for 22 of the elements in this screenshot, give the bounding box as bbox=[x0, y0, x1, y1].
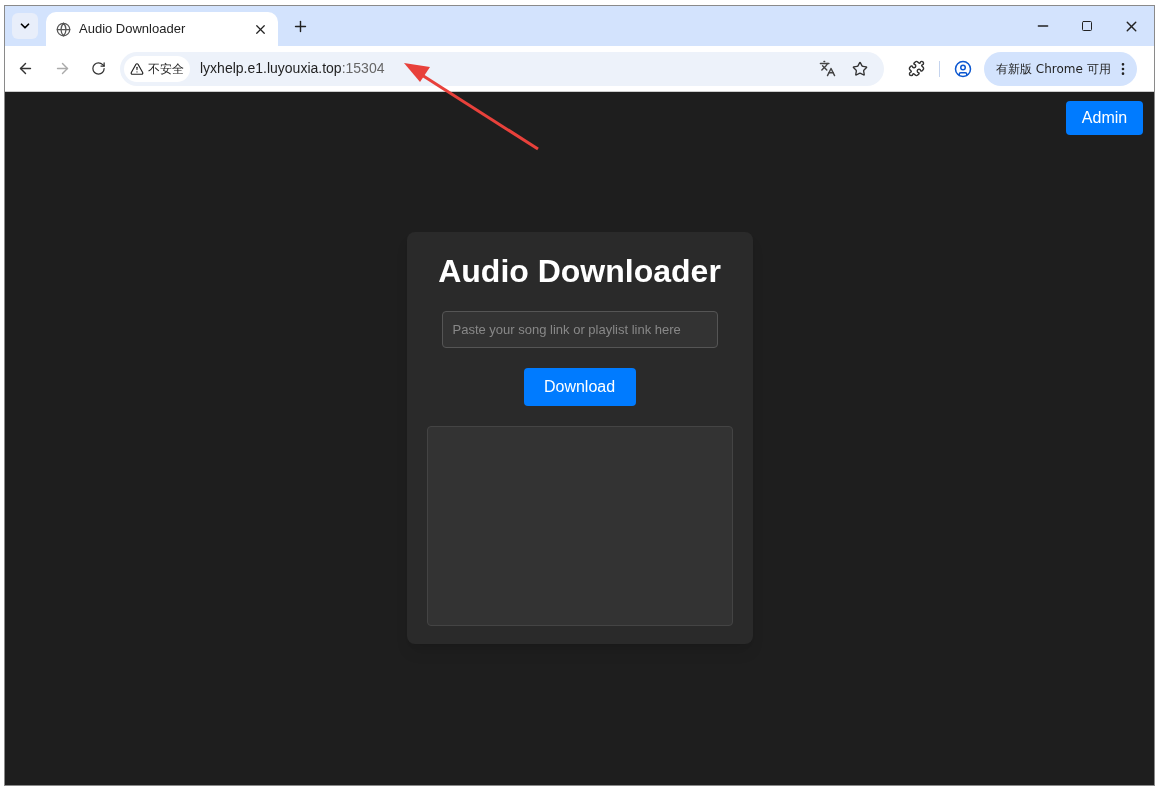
update-chrome-button[interactable]: 有新版 Chrome 可用 bbox=[984, 51, 1137, 86]
globe-icon bbox=[56, 21, 71, 37]
warning-icon bbox=[130, 61, 144, 76]
url-port: :15304 bbox=[341, 59, 385, 78]
reload-icon[interactable] bbox=[91, 61, 106, 76]
maximize-icon[interactable] bbox=[1081, 20, 1093, 32]
url-host: lyxhelp.e1.luyouxia.top bbox=[200, 59, 342, 78]
security-chip[interactable]: 不安全 bbox=[124, 55, 190, 82]
address-bar[interactable]: 不安全 lyxhelp.e1.luyouxia.top:15304 bbox=[120, 51, 884, 86]
translate-icon[interactable] bbox=[819, 60, 836, 77]
browser-tab[interactable]: Audio Downloader bbox=[46, 12, 278, 46]
extensions-icon[interactable] bbox=[908, 60, 925, 77]
page-title: Audio Downloader bbox=[438, 252, 721, 290]
bookmark-star-icon[interactable] bbox=[852, 60, 868, 77]
profile-icon[interactable] bbox=[954, 59, 972, 78]
download-button[interactable]: Download bbox=[523, 368, 636, 406]
tab-title: Audio Downloader bbox=[79, 20, 187, 39]
tab-search-button[interactable] bbox=[12, 13, 38, 39]
security-label: 不安全 bbox=[148, 60, 184, 78]
link-input-field[interactable]: Paste your song link or playlist link here bbox=[441, 311, 718, 348]
admin-button[interactable]: Admin bbox=[1066, 101, 1143, 135]
back-icon[interactable] bbox=[17, 60, 34, 77]
